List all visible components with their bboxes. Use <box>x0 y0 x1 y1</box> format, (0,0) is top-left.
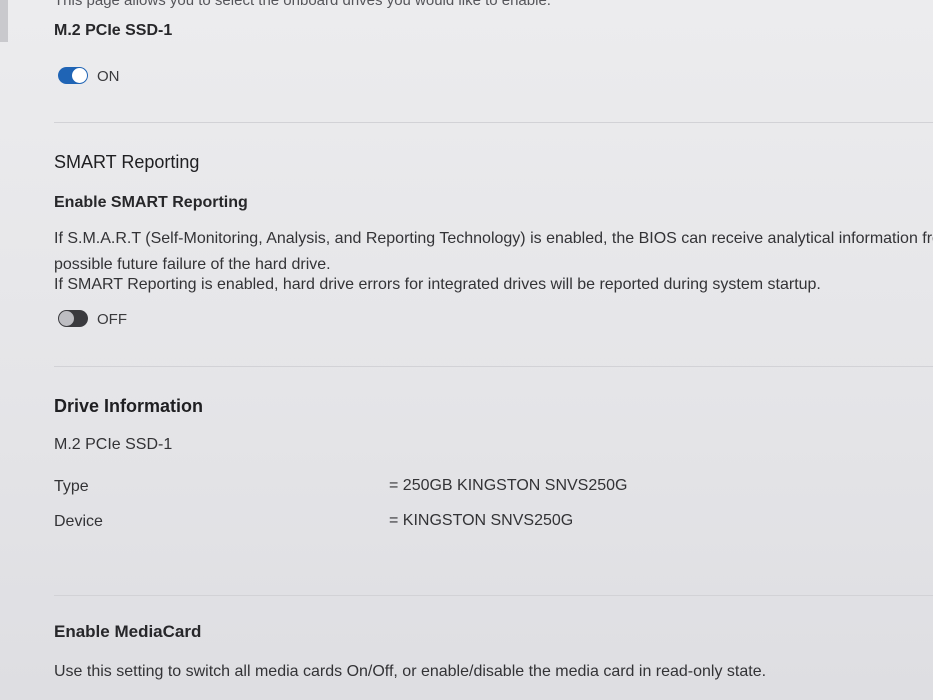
mediacard-description: Use this setting to switch all media car… <box>54 663 767 680</box>
smart-reporting-toggle[interactable] <box>58 310 88 327</box>
drive-device-label: Device <box>54 513 103 530</box>
drive-toggle-state: ON <box>97 68 120 85</box>
intro-text: This page allows you to select the onboa… <box>54 0 551 9</box>
smart-description-line-1: If S.M.A.R.T (Self-Monitoring, Analysis,… <box>54 230 933 247</box>
smart-description-line-2: possible future failure of the hard driv… <box>54 256 331 273</box>
drive-option-label: M.2 PCIe SSD-1 <box>54 22 173 39</box>
section-divider <box>54 366 933 367</box>
drive-info-name: M.2 PCIe SSD-1 <box>54 436 173 453</box>
smart-section-title: SMART Reporting <box>54 152 200 172</box>
mediacard-title: Enable MediaCard <box>54 622 202 641</box>
settings-content: This page allows you to select the onboa… <box>54 0 933 700</box>
smart-setting-title: Enable SMART Reporting <box>54 194 248 211</box>
toggle-knob <box>72 68 87 83</box>
smart-toggle-state: OFF <box>97 311 127 328</box>
section-divider <box>54 122 933 123</box>
drive-type-value: = 250GB KINGSTON SNVS250G <box>389 477 628 494</box>
section-divider <box>54 595 933 596</box>
drive-type-label: Type <box>54 478 89 495</box>
toggle-knob <box>59 311 74 326</box>
smart-description-line-3: If SMART Reporting is enabled, hard driv… <box>54 276 821 293</box>
drive-info-title: Drive Information <box>54 396 204 416</box>
drive-enable-toggle[interactable] <box>58 67 88 84</box>
bios-storage-page: This page allows you to select the onboa… <box>0 0 933 700</box>
drive-device-value: = KINGSTON SNVS250G <box>389 512 574 529</box>
left-edge-bar <box>0 0 8 42</box>
